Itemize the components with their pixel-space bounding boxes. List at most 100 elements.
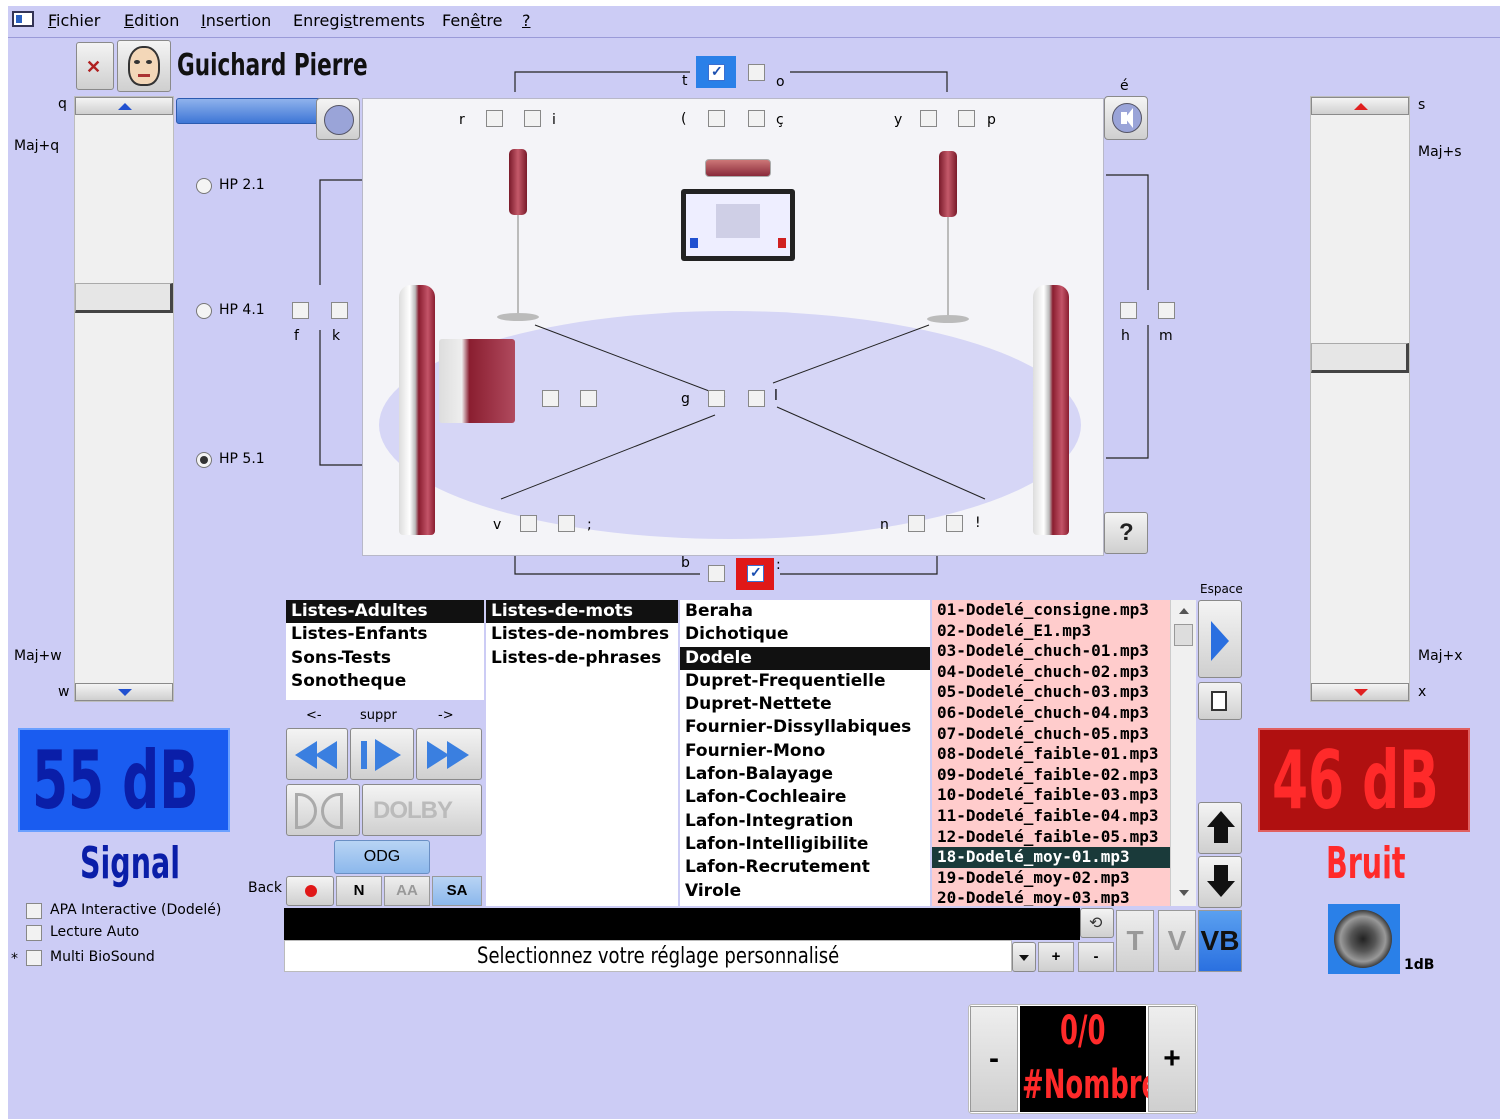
list-test[interactable]: Beraha Dichotique Dodele Dupret-Frequent… <box>680 600 930 906</box>
move-down-button[interactable] <box>1198 856 1242 908</box>
list-item[interactable]: Dupret-Nettete <box>680 693 930 716</box>
preset-select[interactable]: Selectionnez votre réglage personnalisé <box>284 940 1012 972</box>
channel-excl-checkbox[interactable] <box>946 515 963 532</box>
file-item[interactable]: 01-Dodelé_consigne.mp3 <box>932 600 1170 621</box>
noise-level-slider[interactable] <box>1310 96 1410 702</box>
patient-avatar-button[interactable] <box>117 40 171 92</box>
file-item[interactable]: 07-Dodelé_chuch-05.mp3 <box>932 724 1170 745</box>
list-item[interactable]: Dupret-Frequentielle <box>680 670 930 693</box>
undo-button[interactable]: ⟲ <box>1080 908 1114 938</box>
channel-n-checkbox[interactable] <box>908 515 925 532</box>
file-item[interactable]: 10-Dodelé_faible-03.mp3 <box>932 785 1170 806</box>
rewind-button[interactable] <box>286 728 348 780</box>
file-item[interactable]: 04-Dodelé_chuch-02.mp3 <box>932 662 1170 683</box>
channel-f-checkbox[interactable] <box>292 302 309 319</box>
list-item[interactable]: Lafon-Intelligibilite <box>680 833 930 856</box>
list-item[interactable]: Lafon-Balayage <box>680 763 930 786</box>
channel-colon-checkbox[interactable] <box>747 564 764 582</box>
channel-m-checkbox[interactable] <box>1158 302 1175 319</box>
scroll-thumb[interactable] <box>1174 624 1193 646</box>
list-item[interactable]: Listes-Enfants <box>286 623 484 646</box>
speaker-toggle-button[interactable] <box>1104 96 1148 140</box>
list-item[interactable]: Dodele <box>680 646 930 670</box>
file-item[interactable]: 08-Dodelé_faible-01.mp3 <box>932 744 1170 765</box>
list-item[interactable]: Listes-de-phrases <box>486 647 678 670</box>
channel-t-checkbox[interactable] <box>708 63 725 81</box>
preset-add-button[interactable]: + <box>1038 942 1074 972</box>
slider-up-button[interactable] <box>1311 97 1409 115</box>
left-speaker-toggle-button[interactable] <box>316 98 360 140</box>
channel-y-checkbox[interactable] <box>920 110 937 127</box>
move-up-button[interactable] <box>1198 802 1242 854</box>
dolby-logo-button[interactable] <box>286 784 360 836</box>
odg-button[interactable]: ODG <box>334 840 430 874</box>
channel-semi-checkbox[interactable] <box>558 515 575 532</box>
list-item[interactable]: Beraha <box>680 600 930 623</box>
hp-5-1-radio[interactable] <box>196 452 212 468</box>
slider-down-button[interactable] <box>1311 683 1409 701</box>
list-type[interactable]: Listes-de-mots Listes-de-nombres Listes-… <box>486 600 678 906</box>
counter-decrement-button[interactable]: - <box>970 1006 1018 1112</box>
channel-o-checkbox[interactable] <box>748 64 765 81</box>
menu-insertion[interactable]: Insertion <box>201 11 271 30</box>
file-list[interactable]: 01-Dodelé_consigne.mp3 02-Dodelé_E1.mp3 … <box>932 600 1170 906</box>
preview-button[interactable] <box>1198 682 1242 720</box>
list-item[interactable]: Listes-de-mots <box>486 600 678 624</box>
menu-edition[interactable]: Edition <box>124 11 179 30</box>
channel-l-checkbox[interactable] <box>748 390 765 407</box>
vb-button[interactable]: VB <box>1198 910 1242 972</box>
channel-p-checkbox[interactable] <box>958 110 975 127</box>
signal-level-slider[interactable] <box>74 96 174 702</box>
list-item[interactable]: Fournier-Dissyllabiques <box>680 716 930 739</box>
dolby-button[interactable]: DOLBY <box>362 784 482 836</box>
sa-button[interactable]: SA <box>432 876 482 906</box>
list-item[interactable]: Lafon-Integration <box>680 810 930 833</box>
file-list-scrollbar[interactable] <box>1170 600 1196 906</box>
slider-down-button[interactable] <box>75 683 173 701</box>
menu-fichier[interactable]: Fichier <box>48 11 100 30</box>
apa-checkbox[interactable] <box>26 903 42 919</box>
channel-r-checkbox[interactable] <box>486 110 503 127</box>
scroll-up-icon[interactable] <box>1179 608 1189 614</box>
help-button[interactable]: ? <box>1104 512 1148 554</box>
list-item[interactable]: Dichotique <box>680 623 930 646</box>
scroll-down-icon[interactable] <box>1179 890 1189 896</box>
subwoofer-checkbox-1[interactable] <box>542 390 559 407</box>
menu-enregistrements[interactable]: Enregistrements <box>293 11 425 30</box>
channel-b-checkbox[interactable] <box>708 565 725 582</box>
file-item[interactable]: 06-Dodelé_chuch-04.mp3 <box>932 703 1170 724</box>
file-item[interactable]: 18-Dodelé_moy-01.mp3 <box>932 847 1170 868</box>
list-item[interactable]: Sons-Tests <box>286 647 484 670</box>
list-item[interactable]: Listes-de-nombres <box>486 623 678 646</box>
channel-paren-checkbox[interactable] <box>708 110 725 127</box>
channel-i-checkbox[interactable] <box>524 110 541 127</box>
channel-h-checkbox[interactable] <box>1120 302 1137 319</box>
list-category[interactable]: Listes-Adultes Listes-Enfants Sons-Tests… <box>286 600 484 700</box>
file-item[interactable]: 09-Dodelé_faible-02.mp3 <box>932 765 1170 786</box>
counter-increment-button[interactable]: + <box>1148 1006 1196 1112</box>
slider-thumb[interactable] <box>1311 343 1409 373</box>
record-button[interactable] <box>286 876 334 906</box>
mute-patient-button[interactable]: ✕ <box>76 42 114 90</box>
channel-g-checkbox[interactable] <box>708 390 725 407</box>
file-item[interactable]: 20-Dodelé_moy-03.mp3 <box>932 888 1170 906</box>
list-item[interactable]: Sonotheque <box>286 670 484 693</box>
file-item[interactable]: 19-Dodelé_moy-02.mp3 <box>932 868 1170 889</box>
channel-c-checkbox[interactable] <box>748 110 765 127</box>
play-pause-button[interactable] <box>350 728 414 780</box>
hp-2-1-radio[interactable] <box>196 178 212 194</box>
preset-dropdown-button[interactable] <box>1012 942 1036 972</box>
play-next-button[interactable] <box>1198 600 1242 678</box>
list-item[interactable]: Virole <box>680 880 930 903</box>
list-item[interactable]: Fournier-Mono <box>680 740 930 763</box>
menu-help[interactable]: ? <box>522 11 531 30</box>
noise-knob-button[interactable] <box>1328 904 1400 974</box>
subwoofer-checkbox-2[interactable] <box>580 390 597 407</box>
hp-4-1-radio[interactable] <box>196 303 212 319</box>
file-item[interactable]: 02-Dodelé_E1.mp3 <box>932 621 1170 642</box>
aa-button[interactable]: AA <box>384 876 430 906</box>
channel-k-checkbox[interactable] <box>331 302 348 319</box>
t-button[interactable]: T <box>1116 910 1154 972</box>
fast-forward-button[interactable] <box>416 728 482 780</box>
auto-play-checkbox[interactable] <box>26 925 42 941</box>
